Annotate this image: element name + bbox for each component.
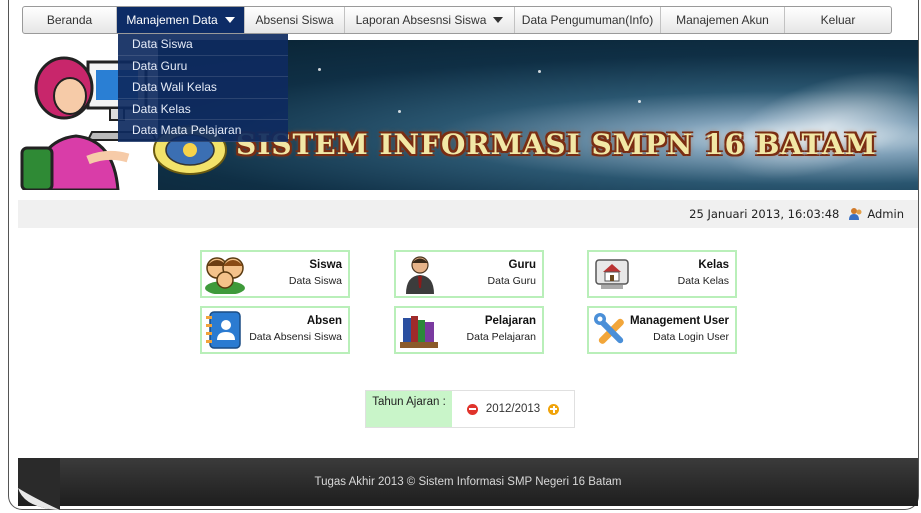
academic-year-value: 2012/2013 (485, 403, 541, 415)
nav-label: Manajemen Data (126, 13, 218, 27)
students-icon (205, 257, 245, 294)
tile-title: Absen (306, 315, 342, 327)
nav-laporan-absensi[interactable]: Laporan Absesnsi Siswa (345, 7, 515, 33)
star-sparkle (318, 68, 321, 71)
attendance-book-icon (206, 311, 241, 349)
nav-absensi-siswa[interactable]: Absensi Siswa (245, 7, 345, 33)
tile-subtitle: Data Absensi Siswa (249, 331, 342, 343)
nav-label: Laporan Absesnsi Siswa (355, 13, 487, 27)
tile-pelajaran[interactable]: Pelajaran Data Pelajaran (394, 306, 544, 354)
nav-label: Absensi Siswa (255, 13, 334, 27)
tile-title: Pelajaran (484, 315, 536, 327)
menu-item-data-wali-kelas[interactable]: Data Wali Kelas (118, 77, 288, 99)
menu-item-data-kelas[interactable]: Data Kelas (118, 99, 288, 120)
tile-kelas[interactable]: Kelas Data Kelas (587, 250, 737, 298)
teacher-icon (406, 256, 434, 294)
chevron-down-icon (224, 17, 235, 23)
tile-title: Siswa (309, 259, 342, 271)
tile-subtitle: Data Kelas (677, 275, 729, 287)
tile-absen[interactable]: Absen Data Absensi Siswa (200, 306, 350, 354)
nav-label: Beranda (46, 13, 93, 27)
academic-year-label: Tahun Ajaran : (366, 391, 452, 427)
banner-glow (709, 48, 918, 190)
tile-subtitle: Data Login User (653, 331, 729, 343)
nav-beranda[interactable]: Beranda (23, 7, 117, 33)
menu-item-data-guru[interactable]: Data Guru (118, 56, 288, 77)
status-bar: 25 Januari 2013, 16:03:48 Admin (18, 200, 918, 228)
plus-icon[interactable] (548, 403, 560, 415)
tile-subtitle: Data Siswa (288, 275, 342, 287)
academic-year-selector: Tahun Ajaran : 2012/2013 (365, 390, 575, 428)
nav-label: Keluar (820, 13, 856, 27)
star-sparkle (538, 70, 541, 73)
nav-label: Manajemen Akun (676, 13, 769, 27)
tile-title: Kelas (698, 259, 729, 271)
footer: Tugas Akhir 2013 © Sistem Informasi SMP … (18, 458, 918, 506)
tile-subtitle: Data Pelajaran (466, 331, 536, 343)
menu-item-data-siswa[interactable]: Data Siswa (118, 34, 288, 56)
user-name[interactable]: Admin (867, 207, 904, 221)
tile-subtitle: Data Guru (487, 275, 536, 287)
nav-label: Data Pengumuman(Info) (521, 13, 654, 27)
nav-keluar[interactable]: Keluar (785, 7, 891, 33)
academic-year-controls: 2012/2013 (452, 391, 574, 427)
tile-siswa[interactable]: Siswa Data Siswa (200, 250, 350, 298)
tile-title: Management User (629, 315, 729, 327)
page-curl-decoration (18, 458, 60, 510)
tile-guru[interactable]: Guru Data Guru (394, 250, 544, 298)
chevron-down-icon (493, 17, 504, 23)
nav-manajemen-data[interactable]: Manajemen Data (117, 7, 245, 33)
menu-item-data-mata-pelajaran[interactable]: Data Mata Pelajaran (118, 120, 288, 142)
tools-icon (594, 313, 624, 344)
tile-title: Guru (508, 259, 536, 271)
star-sparkle (638, 100, 641, 103)
classroom-icon (595, 259, 629, 289)
datetime-label: 25 Januari 2013, 16:03:48 (689, 207, 840, 221)
tile-management-user[interactable]: Management User Data Login User (587, 306, 737, 354)
books-icon (400, 316, 438, 348)
user-icon (849, 208, 862, 220)
manajemen-data-dropdown: Data Siswa Data Guru Data Wali Kelas Dat… (118, 34, 288, 142)
footer-text: Tugas Akhir 2013 © Sistem Informasi SMP … (314, 476, 622, 488)
nav-manajemen-akun[interactable]: Manajemen Akun (661, 7, 785, 33)
nav-data-pengumuman[interactable]: Data Pengumuman(Info) (515, 7, 661, 33)
star-sparkle (398, 110, 401, 113)
main-navbar: Beranda Manajemen Data Absensi Siswa Lap… (22, 6, 892, 34)
minus-icon[interactable] (466, 403, 478, 415)
banner-title: SISTEM INFORMASI SMPN 16 BATAM (236, 128, 877, 161)
